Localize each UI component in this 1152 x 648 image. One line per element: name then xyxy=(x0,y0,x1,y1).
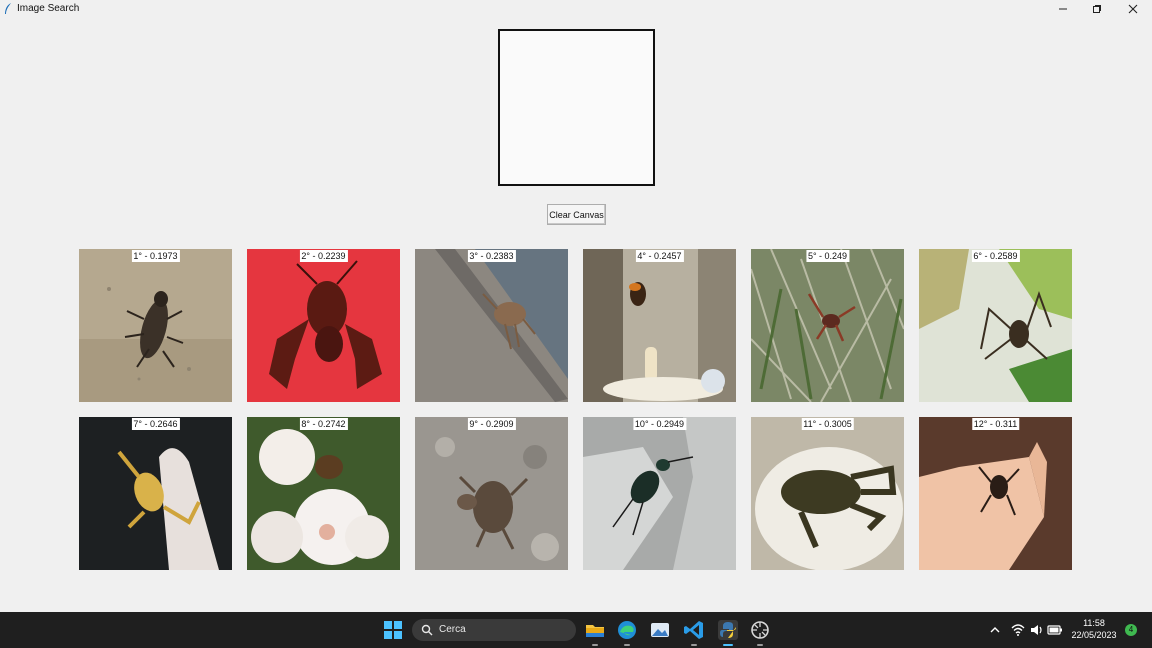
taskbar-app-settings[interactable] xyxy=(748,618,772,646)
file-explorer-icon xyxy=(586,625,604,637)
result-caption: 1° - 0.1973 xyxy=(131,250,180,262)
taskbar-app-file-explorer[interactable] xyxy=(583,618,607,646)
search-icon xyxy=(421,624,433,636)
result-caption: 7° - 0.2646 xyxy=(131,418,180,430)
system-clock[interactable]: 11:58 22/05/2023 xyxy=(1068,617,1120,641)
restore-button[interactable] xyxy=(1080,0,1114,18)
lobster-on-plate-image xyxy=(751,417,904,570)
crab-in-grass-image xyxy=(751,249,904,402)
chevron-up-icon[interactable] xyxy=(988,620,1002,640)
ground-beetle-image xyxy=(583,417,736,570)
minimize-icon xyxy=(1059,8,1067,10)
running-indicator xyxy=(757,644,763,646)
start-button[interactable] xyxy=(381,618,405,642)
result-image: 7° - 0.2646 xyxy=(79,417,232,570)
close-button[interactable] xyxy=(1116,0,1150,18)
spider-on-leaf-image xyxy=(919,249,1072,402)
taskbar-app-python[interactable] xyxy=(716,618,740,646)
speaker-icon[interactable] xyxy=(1029,620,1043,640)
drawing-canvas[interactable] xyxy=(498,29,655,186)
result-caption: 11° - 0.3005 xyxy=(801,418,854,430)
notification-badge[interactable]: 4 xyxy=(1125,624,1137,636)
scorpion-on-hand-image xyxy=(79,417,232,570)
clock-time: 11:58 xyxy=(1083,618,1105,628)
restore-icon xyxy=(1093,5,1101,13)
tiger-beetle-image xyxy=(79,249,232,402)
running-indicator xyxy=(691,644,697,646)
result-caption: 8° - 0.2742 xyxy=(299,418,348,430)
result-image: 12° - 0.311 xyxy=(919,417,1072,570)
result-caption: 6° - 0.2589 xyxy=(971,250,1020,262)
active-indicator xyxy=(723,644,733,646)
title-bar: Image Search xyxy=(0,0,1152,18)
result-image: 4° - 0.2457 xyxy=(583,249,736,402)
close-icon xyxy=(1128,4,1138,14)
result-image: 3° - 0.2383 xyxy=(415,249,568,402)
spider-on-hand-image xyxy=(919,417,1072,570)
taskbar-app-edge[interactable] xyxy=(615,618,639,646)
settings-icon xyxy=(751,621,769,639)
running-indicator xyxy=(624,644,630,646)
flying-insect-image xyxy=(583,249,736,402)
python-icon xyxy=(718,620,738,640)
taskbar-app-vscode[interactable] xyxy=(682,618,706,646)
result-image: 6° - 0.2589 xyxy=(919,249,1072,402)
clock-date: 22/05/2023 xyxy=(1071,630,1117,640)
clear-canvas-button[interactable]: Clear Canvas xyxy=(547,204,606,225)
result-image: 5° - 0.249 xyxy=(751,249,904,402)
search-label: Cerca xyxy=(439,624,466,635)
taskbar: Cerca 11:58 22/05/2023 4 xyxy=(0,612,1152,648)
result-image: 11° - 0.3005 xyxy=(751,417,904,570)
result-caption: 3° - 0.2383 xyxy=(467,250,516,262)
result-image: 10° - 0.2949 xyxy=(583,417,736,570)
crayfish-image xyxy=(247,249,400,402)
result-caption: 10° - 0.2949 xyxy=(632,418,687,430)
edge-icon xyxy=(618,621,636,639)
vscode-icon xyxy=(684,621,703,639)
taskbar-search[interactable]: Cerca xyxy=(412,619,576,641)
result-caption: 9° - 0.2909 xyxy=(467,418,516,430)
result-image: 8° - 0.2742 xyxy=(247,417,400,570)
crab-on-rock-image xyxy=(415,417,568,570)
result-caption: 5° - 0.249 xyxy=(805,250,850,262)
insect-on-flower-image xyxy=(247,417,400,570)
feather-icon xyxy=(5,3,11,14)
result-caption: 12° - 0.311 xyxy=(971,418,1020,430)
windows-start-icon xyxy=(384,621,402,639)
battery-icon[interactable] xyxy=(1047,620,1063,640)
photos-icon xyxy=(651,623,669,637)
result-image: 2° - 0.2239 xyxy=(247,249,400,402)
wifi-icon[interactable] xyxy=(1011,620,1025,640)
minimize-button[interactable] xyxy=(1046,0,1080,18)
running-indicator xyxy=(592,644,598,646)
window-title: Image Search xyxy=(17,3,80,14)
result-caption: 4° - 0.2457 xyxy=(635,250,684,262)
result-image: 9° - 0.2909 xyxy=(415,417,568,570)
crab-on-wood-image xyxy=(415,249,568,402)
taskbar-app-photos[interactable] xyxy=(648,618,672,642)
result-image: 1° - 0.1973 xyxy=(79,249,232,402)
result-caption: 2° - 0.2239 xyxy=(299,250,348,262)
